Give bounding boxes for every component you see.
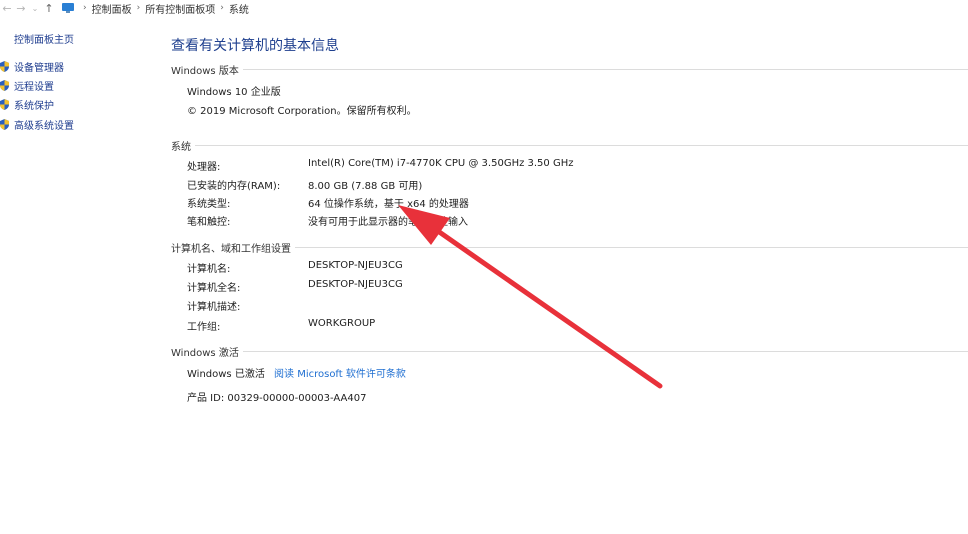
sidebar-item-remote-settings[interactable]: 远程设置 xyxy=(0,78,54,93)
processor-label: 处理器: xyxy=(187,162,221,173)
license-terms-link[interactable]: 阅读 Microsoft 软件许可条款 xyxy=(274,369,406,380)
activation-status: Windows 已激活 阅读 Microsoft 软件许可条款 xyxy=(187,365,406,380)
arrow-left-icon[interactable]: ← xyxy=(0,2,14,15)
section-windows-edition: Windows 版本 xyxy=(171,62,968,77)
section-header: Windows 版本 xyxy=(171,66,239,77)
sidebar-item-label: 远程设置 xyxy=(14,82,54,93)
control-panel-icon xyxy=(62,3,74,13)
shield-icon xyxy=(0,99,9,110)
arrow-up-icon[interactable]: ↑ xyxy=(42,2,56,15)
activation-status-text: Windows 已激活 xyxy=(187,369,265,380)
chevron-right-icon: › xyxy=(220,3,224,13)
section-header: Windows 激活 xyxy=(171,348,239,359)
divider xyxy=(295,247,968,248)
ram-label: 已安装的内存(RAM): xyxy=(187,181,281,192)
copyright-text: © 2019 Microsoft Corporation。保留所有权利。 xyxy=(187,106,417,117)
ram-value: 8.00 GB (7.88 GB 可用) xyxy=(308,181,423,192)
workgroup-label: 工作组: xyxy=(187,322,221,333)
address-bar: ← → ⌄ ↑ › 控制面板 › 所有控制面板项 › 系统 xyxy=(0,0,968,16)
pen-touch-value: 没有可用于此显示器的笔或触控输入 xyxy=(308,217,468,228)
sidebar-item-device-manager[interactable]: 设备管理器 xyxy=(0,59,64,74)
system-type-value: 64 位操作系统，基于 x64 的处理器 xyxy=(308,199,469,210)
sidebar-home-link[interactable]: 控制面板主页 xyxy=(14,31,74,46)
sidebar-item-label: 高级系统设置 xyxy=(14,121,74,132)
page-title: 查看有关计算机的基本信息 xyxy=(171,38,339,54)
divider xyxy=(242,69,968,70)
arrow-right-icon[interactable]: → xyxy=(14,2,28,15)
breadcrumb-control-panel[interactable]: 控制面板 xyxy=(92,1,132,16)
shield-icon xyxy=(0,80,9,91)
breadcrumb-system[interactable]: 系统 xyxy=(229,1,249,16)
section-header: 计算机名、域和工作组设置 xyxy=(171,244,291,255)
divider xyxy=(242,351,968,352)
computer-name-label: 计算机名: xyxy=(187,264,231,275)
section-system: 系统 xyxy=(171,138,968,153)
system-type-label: 系统类型: xyxy=(187,199,231,210)
pen-touch-label: 笔和触控: xyxy=(187,217,231,228)
breadcrumb-all-items[interactable]: 所有控制面板项 xyxy=(145,1,215,16)
chevron-down-icon[interactable]: ⌄ xyxy=(28,4,42,13)
chevron-right-icon: › xyxy=(83,3,87,13)
chevron-right-icon: › xyxy=(136,3,141,13)
sidebar-item-label: 设备管理器 xyxy=(14,63,64,74)
section-computer-name: 计算机名、域和工作组设置 xyxy=(171,240,968,255)
shield-icon xyxy=(0,61,9,72)
computer-name-value: DESKTOP-NJEU3CG xyxy=(308,260,403,271)
shield-icon xyxy=(0,119,9,130)
workgroup-value: WORKGROUP xyxy=(308,318,376,329)
sidebar-item-advanced-settings[interactable]: 高级系统设置 xyxy=(0,117,74,132)
sidebar-item-label: 系统保护 xyxy=(14,101,54,112)
full-computer-name-value: DESKTOP-NJEU3CG xyxy=(308,279,403,290)
annotation-arrow xyxy=(398,205,663,389)
full-computer-name-label: 计算机全名: xyxy=(187,283,241,294)
section-header: 系统 xyxy=(171,142,191,153)
processor-value: Intel(R) Core(TM) i7-4770K CPU @ 3.50GHz… xyxy=(308,158,574,169)
product-id-text: 产品 ID: 00329-00000-00003-AA407 xyxy=(187,393,367,404)
computer-description-label: 计算机描述: xyxy=(187,302,241,313)
windows-edition-text: Windows 10 企业版 xyxy=(187,87,281,98)
section-activation: Windows 激活 xyxy=(171,344,968,359)
sidebar-item-system-protection[interactable]: 系统保护 xyxy=(0,97,54,112)
divider xyxy=(195,145,968,146)
